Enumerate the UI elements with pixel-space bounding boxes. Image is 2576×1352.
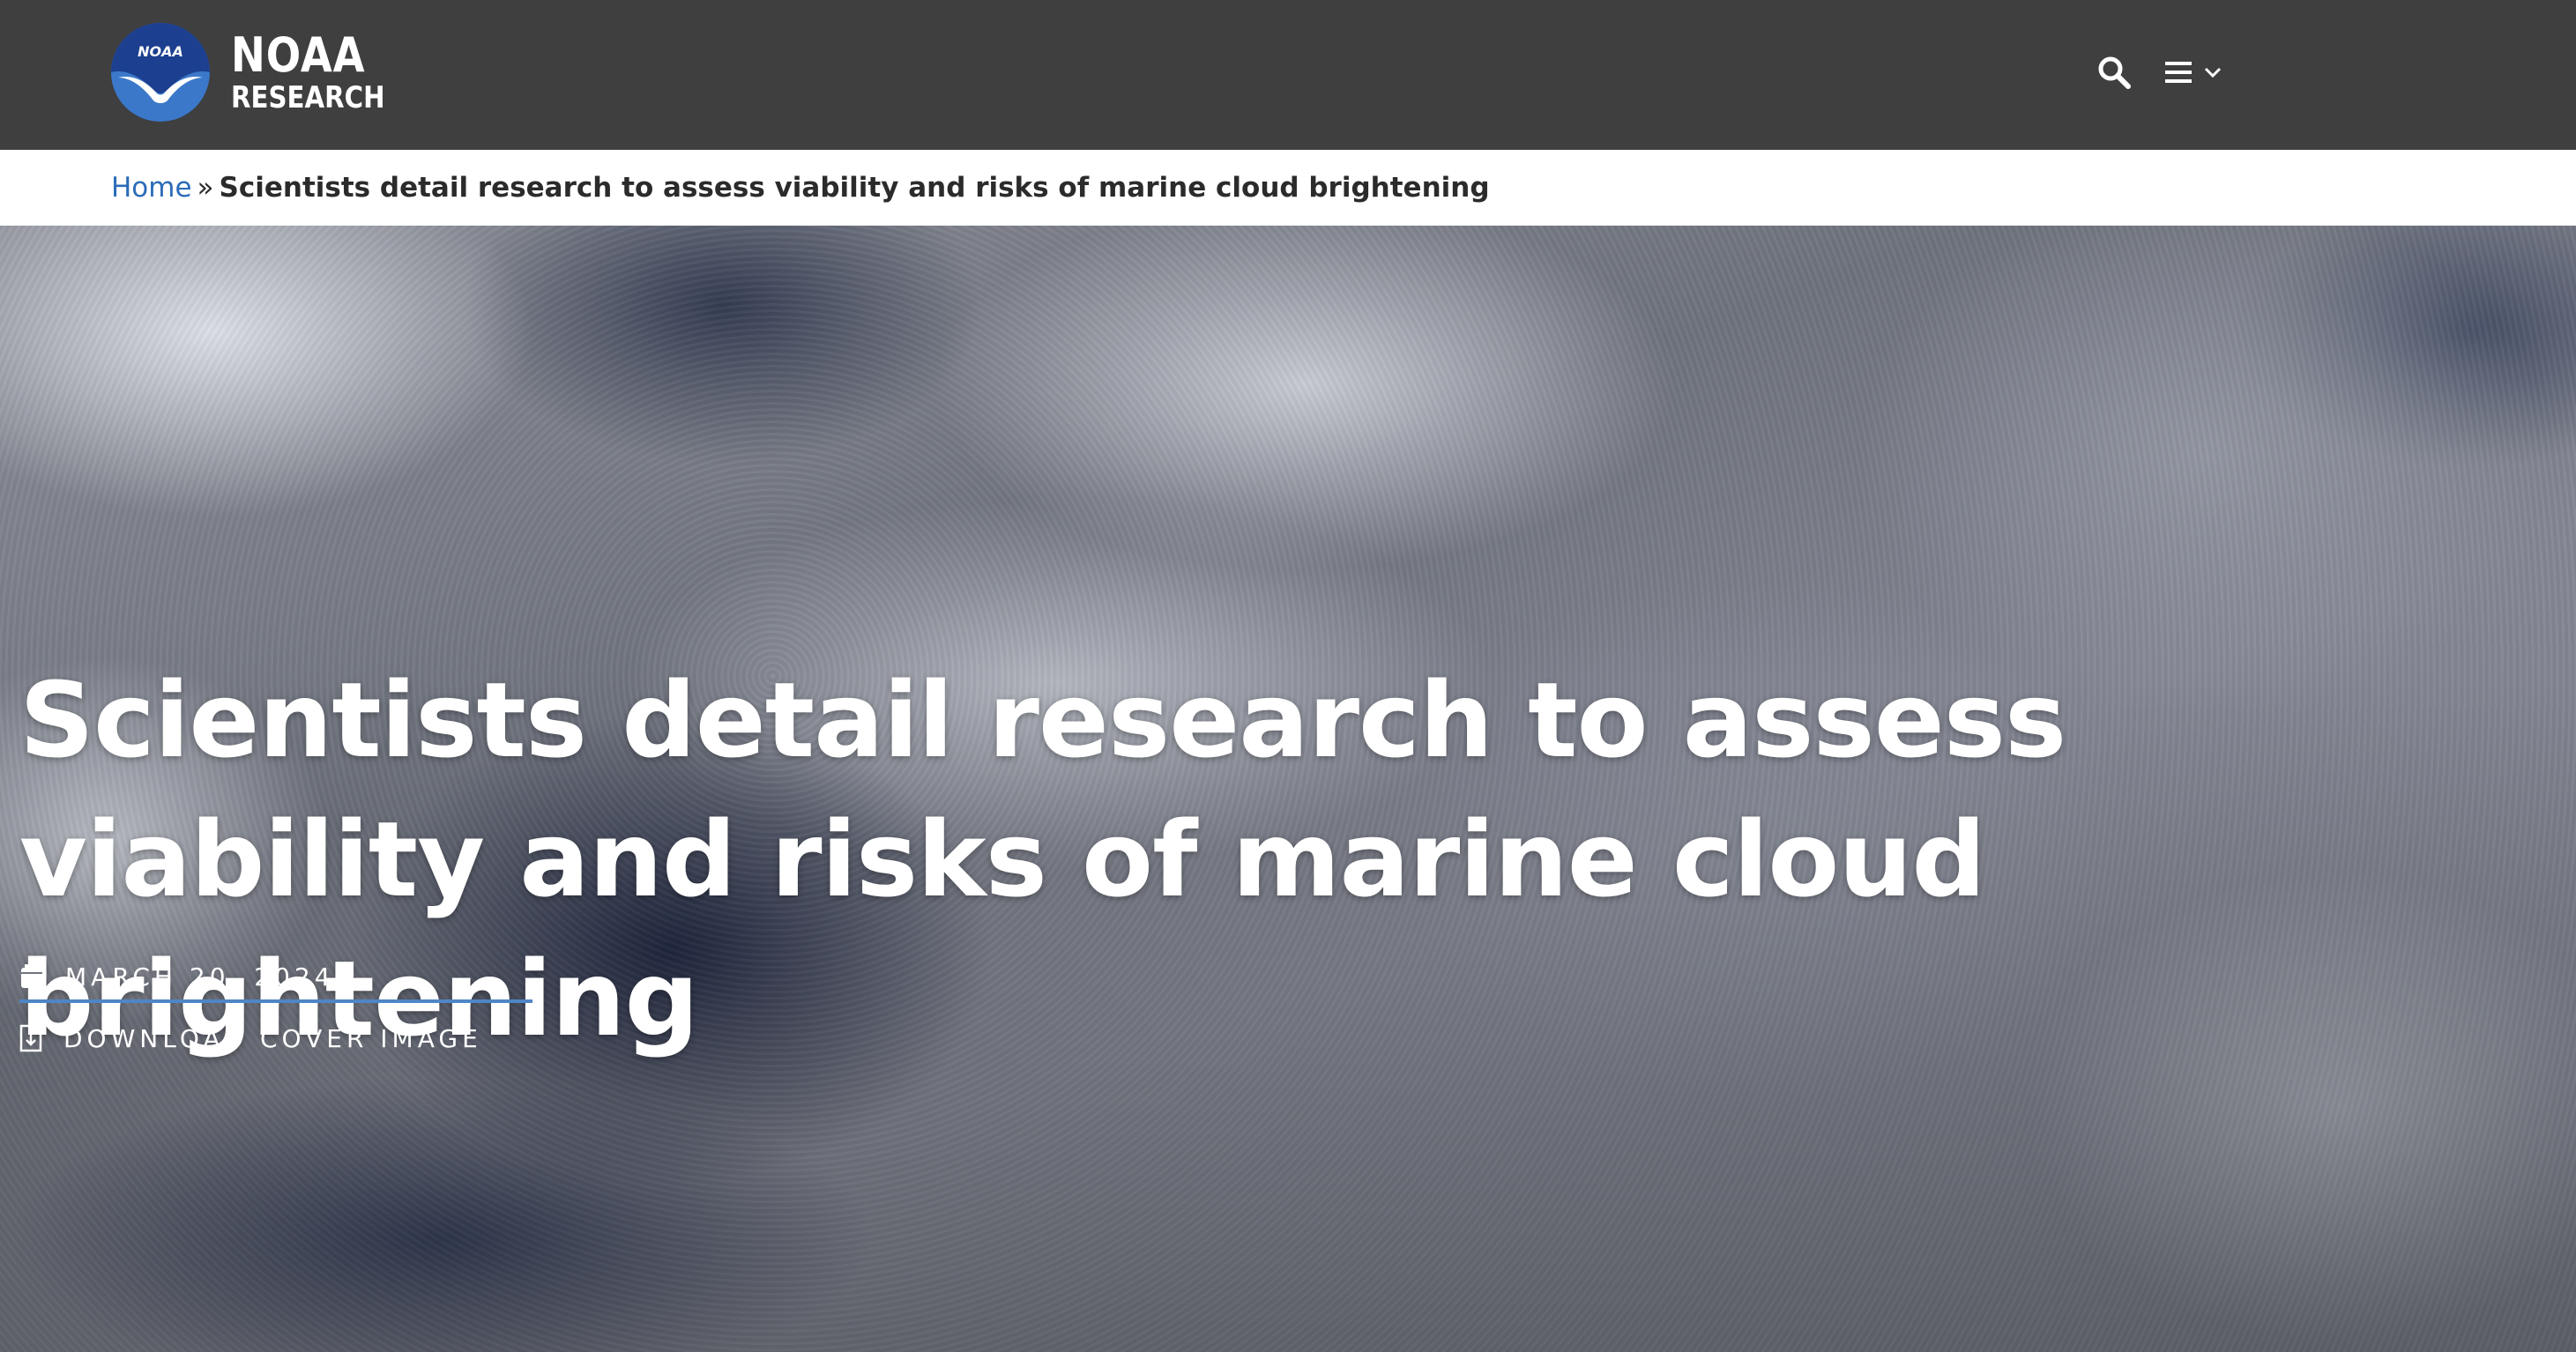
- article-date-text: MARCH 20, 2024: [65, 962, 335, 992]
- noaa-research-logo[interactable]: NOAA NOAA RESEARCH: [111, 23, 410, 122]
- date-underline: [19, 999, 532, 1003]
- search-icon: [2098, 56, 2131, 89]
- calendar-icon: [21, 964, 42, 988]
- logo-line-research: RESEARCH: [231, 80, 385, 115]
- article-title: Scientists detail research to assess via…: [19, 659, 2066, 1059]
- logo-text: NOAA RESEARCH: [231, 27, 410, 115]
- breadcrumb-separator: »: [197, 172, 214, 204]
- breadcrumb: Home» Scientists detail research to asses…: [111, 169, 1490, 206]
- main-menu-button[interactable]: [2165, 55, 2232, 90]
- site-header: NOAA NOAA RESEARCH: [0, 0, 2576, 150]
- breadcrumb-current: Scientists detail research to assess via…: [219, 172, 1490, 204]
- hamburger-menu-icon: [2165, 62, 2192, 83]
- noaa-emblem-icon: NOAA: [111, 23, 210, 122]
- file-download-icon: [19, 1024, 42, 1052]
- chevron-down-icon: [2204, 67, 2222, 78]
- search-button[interactable]: [2096, 55, 2132, 90]
- breadcrumb-bar: Home» Scientists detail research to asses…: [0, 150, 2576, 227]
- page: NOAA NOAA RESEARCH Home » Scientists det…: [0, 0, 2576, 1352]
- logo-line-noaa: NOAA: [231, 27, 366, 83]
- emblem-text: NOAA: [138, 43, 183, 60]
- article-date: MARCH 20, 2024: [19, 955, 335, 998]
- download-cover-image-label: DOWNLOAD COVER IMAGE: [63, 1023, 482, 1053]
- download-cover-image-link[interactable]: DOWNLOAD COVER IMAGE: [19, 1017, 482, 1059]
- breadcrumb-home-link[interactable]: Home: [111, 172, 192, 204]
